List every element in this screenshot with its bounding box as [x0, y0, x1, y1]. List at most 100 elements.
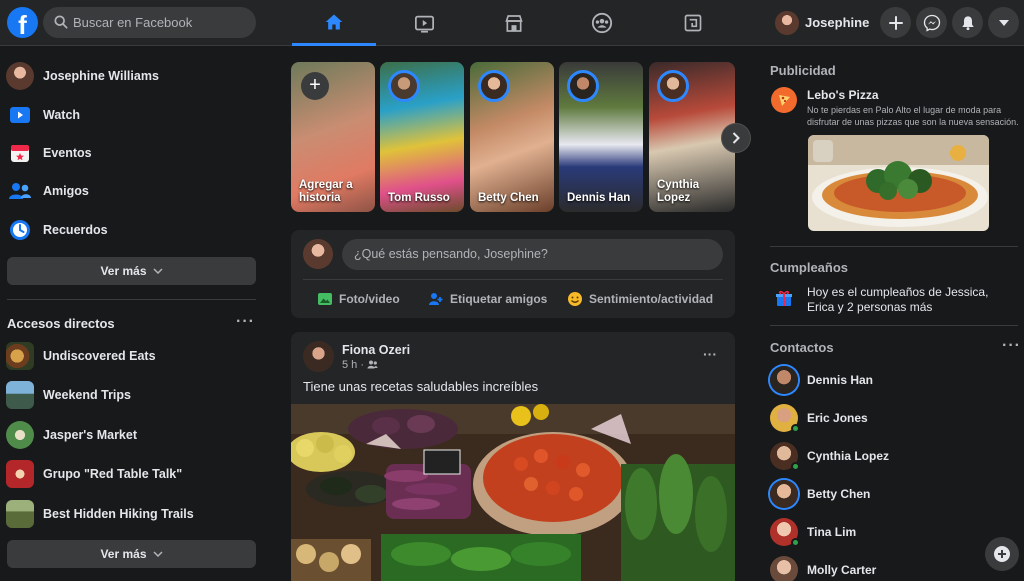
- avatar: [303, 239, 333, 269]
- contact-name: Dennis Han: [807, 373, 874, 387]
- facebook-logo[interactable]: f: [7, 7, 38, 38]
- post-options-button[interactable]: ···: [703, 346, 717, 362]
- divider: [770, 246, 1018, 247]
- profile-chip[interactable]: Josephine: [772, 7, 877, 38]
- add-story-button[interactable]: +: [301, 72, 329, 100]
- sidebar-item-label: Weekend Trips: [43, 388, 131, 402]
- ads-title: Publicidad: [770, 63, 836, 78]
- bell-icon: [961, 15, 974, 30]
- sidebar-item-events[interactable]: Eventos: [6, 135, 258, 171]
- shortcut-item[interactable]: Grupo "Red Table Talk": [6, 456, 258, 492]
- tab-gaming[interactable]: [651, 0, 735, 46]
- story-name: Betty Chen: [478, 192, 539, 204]
- sidebar-item-profile[interactable]: Josephine Williams: [6, 58, 258, 94]
- tag-friends-button[interactable]: Etiquetar amigos: [428, 286, 547, 312]
- sidebar-item-label: Amigos: [43, 184, 89, 198]
- home-icon: [325, 14, 343, 29]
- left-sidebar: Josephine Williams Watch Eventos Amigos …: [0, 46, 264, 581]
- shortcut-item[interactable]: Weekend Trips: [6, 377, 258, 413]
- divider: [7, 299, 256, 300]
- ad-name[interactable]: Lebo's Pizza: [807, 88, 879, 102]
- post-composer: ¿Qué estás pensando, Josephine? Foto/vid…: [291, 230, 735, 318]
- post-time[interactable]: 5 h ·: [342, 359, 364, 371]
- shortcut-thumbnail: [6, 421, 34, 449]
- sidebar-item-friends[interactable]: Amigos: [6, 173, 258, 209]
- shortcut-item[interactable]: Best Hidden Hiking Trails: [6, 496, 258, 532]
- chevron-right-icon: [732, 132, 740, 144]
- tab-home[interactable]: [292, 0, 376, 46]
- story-name: Cynthia Lopez: [657, 179, 700, 204]
- shortcut-thumbnail: [6, 342, 34, 370]
- online-indicator: [791, 462, 800, 471]
- story-card[interactable]: Tom Russo: [380, 62, 464, 212]
- avatar: [775, 10, 799, 35]
- avatar: [770, 518, 800, 547]
- sidebar-item-watch[interactable]: Watch: [6, 97, 258, 133]
- new-message-icon: [994, 546, 1010, 562]
- sidebar-item-memories[interactable]: Recuerdos: [6, 212, 258, 248]
- tab-watch[interactable]: [382, 0, 466, 46]
- contact-item[interactable]: Dennis Han: [770, 363, 1015, 397]
- contact-item[interactable]: Tina Lim: [770, 515, 1015, 549]
- contact-name: Molly Carter: [807, 563, 877, 577]
- plus-icon: [888, 15, 903, 30]
- tab-groups[interactable]: [560, 0, 644, 46]
- contacts-options-button[interactable]: ···: [1002, 337, 1021, 355]
- story-card[interactable]: Dennis Han: [559, 62, 643, 212]
- account-menu-button[interactable]: [988, 7, 1019, 38]
- post-author[interactable]: Fiona Ozeri: [342, 343, 410, 357]
- shortcut-thumbnail: [6, 500, 34, 528]
- feed-post: Fiona Ozeri 5 h · ··· Tiene unas recetas…: [291, 332, 735, 581]
- search-input[interactable]: [73, 7, 248, 38]
- friends-audience-icon: [367, 360, 378, 369]
- ad-logo[interactable]: [771, 87, 797, 113]
- story-name: Dennis Han: [567, 192, 631, 204]
- contact-item[interactable]: Molly Carter: [770, 553, 1015, 581]
- search-box[interactable]: [43, 7, 256, 38]
- avatar: [6, 62, 34, 90]
- photo-icon: [318, 293, 332, 305]
- create-button[interactable]: [880, 7, 911, 38]
- sidebar-item-label: Jasper's Market: [43, 428, 138, 442]
- post-photo[interactable]: [291, 404, 735, 581]
- contact-item[interactable]: Eric Jones: [770, 401, 1015, 435]
- avatar: [770, 480, 798, 508]
- story-add[interactable]: + Agregar a historia: [291, 62, 375, 212]
- avatar: [770, 404, 800, 433]
- emoji-icon: [568, 292, 582, 306]
- messenger-icon: [923, 14, 940, 32]
- tab-marketplace[interactable]: [472, 0, 556, 46]
- gift-icon: [776, 290, 792, 306]
- photo-video-button[interactable]: Foto/video: [317, 286, 400, 312]
- ad-image[interactable]: [808, 135, 989, 231]
- avatar: [567, 70, 599, 102]
- story-card[interactable]: Betty Chen: [470, 62, 554, 212]
- messenger-button[interactable]: [916, 7, 947, 38]
- see-more-button[interactable]: Ver más: [7, 257, 256, 285]
- post-meta: 5 h ·: [342, 359, 378, 371]
- new-message-button[interactable]: [985, 537, 1019, 571]
- tag-friends-icon: [429, 293, 443, 305]
- shortcut-thumbnail: [6, 460, 34, 488]
- gaming-icon: [684, 14, 702, 32]
- profile-name: Josephine: [805, 15, 870, 30]
- notifications-button[interactable]: [952, 7, 983, 38]
- story-name: Agregar a historia: [299, 179, 353, 204]
- feeling-activity-button[interactable]: Sentimiento/actividad: [567, 286, 713, 312]
- contact-item[interactable]: Betty Chen: [770, 477, 1015, 511]
- see-more-shortcuts-button[interactable]: Ver más: [7, 540, 256, 568]
- shortcuts-title: Accesos directos: [7, 316, 115, 331]
- stories-next-button[interactable]: [721, 123, 751, 153]
- composer-input[interactable]: ¿Qué estás pensando, Josephine?: [342, 239, 723, 270]
- shortcut-item[interactable]: Jasper's Market: [6, 417, 258, 453]
- groups-icon: [591, 12, 613, 34]
- contacts-title: Contactos: [770, 340, 834, 355]
- avatar: [770, 442, 800, 471]
- shortcut-item[interactable]: Undiscovered Eats: [6, 338, 258, 374]
- store-icon: [505, 14, 523, 32]
- avatar[interactable]: [303, 341, 334, 372]
- contact-item[interactable]: Cynthia Lopez: [770, 439, 1015, 473]
- avatar: [657, 70, 689, 102]
- shortcuts-options-button[interactable]: ···: [236, 313, 255, 331]
- birthday-text[interactable]: Hoy es el cumpleaños de Jessica, Erica y…: [807, 285, 1012, 315]
